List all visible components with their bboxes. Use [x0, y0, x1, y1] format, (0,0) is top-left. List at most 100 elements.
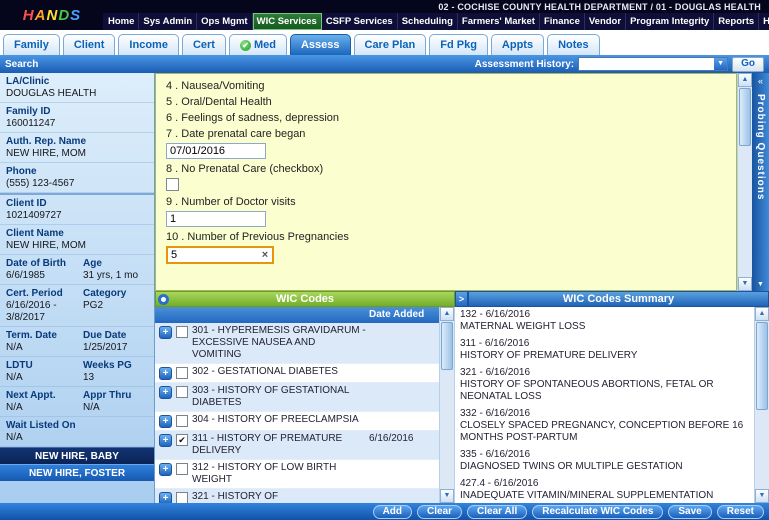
appr-thru-value: N/A: [83, 402, 148, 414]
menu-scheduling[interactable]: Scheduling: [398, 13, 458, 30]
code-checkbox-checked[interactable]: ✔: [176, 434, 188, 446]
logo-letter: A: [35, 8, 46, 23]
code-description: 302 - GESTATIONAL DIABETES: [192, 366, 369, 378]
code-checkbox[interactable]: [176, 492, 188, 503]
summary-description: INADEQUATE VITAMIN/MINERAL SUPPLEMENTATI…: [460, 490, 749, 502]
menu-vendor[interactable]: Vendor: [585, 13, 626, 30]
scrollbar-thumb[interactable]: [756, 322, 768, 410]
collapse-panel-icon[interactable]: «: [758, 76, 763, 86]
prenatal-care-date-input[interactable]: [166, 143, 266, 159]
menu-finance[interactable]: Finance: [540, 13, 585, 30]
menu-program-integrity[interactable]: Program Integrity: [626, 13, 714, 30]
add-code-button[interactable]: +: [159, 415, 172, 428]
assessment-section: 4 . Nausea/Vomiting 5 . Oral/Dental Heal…: [155, 73, 769, 291]
scroll-down-icon[interactable]: ▼: [755, 489, 769, 503]
member-new-hire-baby[interactable]: NEW HIRE, BABY: [0, 447, 154, 464]
add-code-button[interactable]: +: [159, 492, 172, 503]
code-description: 321 - HISTORY OF: [192, 491, 369, 503]
code-description: 304 - HISTORY OF PREECLAMPSIA: [192, 414, 369, 426]
go-button[interactable]: Go: [732, 57, 764, 72]
code-checkbox[interactable]: [176, 415, 188, 427]
logo-letter: S: [70, 8, 80, 23]
ldtu-label: LDTU: [6, 360, 71, 372]
assessment-history-select[interactable]: ▼: [578, 57, 728, 71]
previous-pregnancies-input[interactable]: [168, 249, 258, 261]
tab-notes[interactable]: Notes: [547, 34, 600, 55]
menu-csfp-services[interactable]: CSFP Services: [322, 13, 398, 30]
scroll-up-icon[interactable]: ▲: [738, 73, 752, 87]
wic-codes-summary-title: WIC Codes Summary: [563, 293, 674, 305]
assessment-history-label: Assessment History:: [475, 59, 574, 70]
add-code-button[interactable]: +: [159, 326, 172, 339]
scrollbar-thumb[interactable]: [441, 322, 453, 370]
recalculate-wic-codes-button[interactable]: Recalculate WIC Codes: [532, 505, 663, 519]
member-new-hire-foster[interactable]: NEW HIRE, FOSTER: [0, 464, 154, 481]
summary-code-date: 311 - 6/16/2016: [460, 338, 749, 350]
scrollbar-track[interactable]: [440, 321, 454, 489]
code-checkbox[interactable]: [176, 386, 188, 398]
menu-wic-services[interactable]: WIC Services: [253, 13, 322, 30]
category-label: Category: [83, 288, 148, 300]
menu-home[interactable]: Home: [104, 13, 139, 30]
add-code-button[interactable]: +: [159, 463, 172, 476]
tab-cert[interactable]: Cert: [182, 34, 226, 55]
probing-questions-label: Probing Questions: [755, 94, 766, 200]
scroll-up-icon[interactable]: ▲: [755, 307, 769, 321]
clear-all-button[interactable]: Clear All: [467, 505, 527, 519]
family-id-label: Family ID: [6, 106, 148, 118]
tab-income[interactable]: Income: [118, 34, 179, 55]
tab-fd-pkg[interactable]: Fd Pkg: [429, 34, 488, 55]
summary-entry: 311 - 6/16/2016 HISTORY OF PREMATURE DEL…: [460, 338, 749, 362]
probing-questions-tab[interactable]: « Probing Questions ▼: [752, 73, 769, 291]
action-bar: Add Clear Clear All Recalculate WIC Code…: [0, 503, 769, 520]
code-checkbox[interactable]: [176, 326, 188, 338]
search-toggle[interactable]: Search: [5, 59, 38, 70]
collapse-wic-codes-icon[interactable]: [158, 294, 169, 305]
summary-scrollbar[interactable]: ▲ ▼: [754, 307, 769, 503]
tab-med[interactable]: ✔ Med: [229, 34, 287, 55]
scrollbar-track[interactable]: [755, 321, 769, 489]
save-button[interactable]: Save: [668, 505, 711, 519]
add-code-button[interactable]: +: [159, 386, 172, 399]
tab-family[interactable]: Family: [3, 34, 60, 55]
tab-assess[interactable]: Assess: [290, 34, 351, 55]
no-prenatal-care-checkbox[interactable]: [166, 178, 179, 191]
tab-label: Cert: [193, 39, 215, 51]
add-code-button[interactable]: +: [159, 434, 172, 447]
table-row: + 302 - GESTATIONAL DIABETES: [155, 364, 439, 383]
menu-sys-admin[interactable]: Sys Admin: [139, 13, 197, 30]
menu-farmers-market[interactable]: Farmers' Market: [458, 13, 540, 30]
scroll-down-icon[interactable]: ▼: [738, 277, 752, 291]
wic-codes-section: WIC Codes > WIC Codes Summary Date Added: [155, 291, 769, 503]
summary-entry: 335 - 6/16/2016 DIAGNOSED TWINS OR MULTI…: [460, 449, 749, 473]
doctor-visits-input[interactable]: [166, 211, 266, 227]
summary-code-date: 132 - 6/16/2016: [460, 309, 749, 321]
question-sadness: 6 . Feelings of sadness, depression: [166, 112, 726, 124]
menu-ops-mgmt[interactable]: Ops Mgmt: [197, 13, 252, 30]
scrollbar-thumb[interactable]: [739, 88, 751, 146]
app-window: 02 - COCHISE COUNTY HEALTH DEPARTMENT / …: [0, 0, 769, 520]
expand-summary-button[interactable]: >: [455, 291, 468, 307]
menu-help[interactable]: Help: [759, 13, 769, 30]
code-checkbox[interactable]: [176, 367, 188, 379]
question-previous-pregnancies: 10 . Number of Previous Pregnancies: [166, 231, 726, 243]
scrollbar-track[interactable]: [738, 87, 752, 277]
scroll-down-icon[interactable]: ▼: [440, 489, 454, 503]
scroll-up-icon[interactable]: ▲: [440, 307, 454, 321]
add-button[interactable]: Add: [373, 505, 412, 519]
wic-codes-scrollbar[interactable]: ▲ ▼: [439, 307, 454, 503]
probing-down-icon: ▼: [757, 281, 764, 288]
search-bar: Search Assessment History: ▼ Go: [0, 55, 769, 73]
code-checkbox[interactable]: [176, 463, 188, 475]
tab-label: Client: [74, 39, 105, 51]
menu-reports[interactable]: Reports: [714, 13, 759, 30]
add-code-button[interactable]: +: [159, 367, 172, 380]
clear-input-icon[interactable]: ×: [258, 249, 272, 261]
tab-client[interactable]: Client: [63, 34, 116, 55]
reset-button[interactable]: Reset: [717, 505, 764, 519]
assessment-scrollbar[interactable]: ▲ ▼: [737, 73, 752, 291]
clear-button[interactable]: Clear: [417, 505, 462, 519]
tab-care-plan[interactable]: Care Plan: [354, 34, 427, 55]
dropdown-arrow-icon[interactable]: ▼: [714, 58, 727, 70]
tab-appts[interactable]: Appts: [491, 34, 544, 55]
